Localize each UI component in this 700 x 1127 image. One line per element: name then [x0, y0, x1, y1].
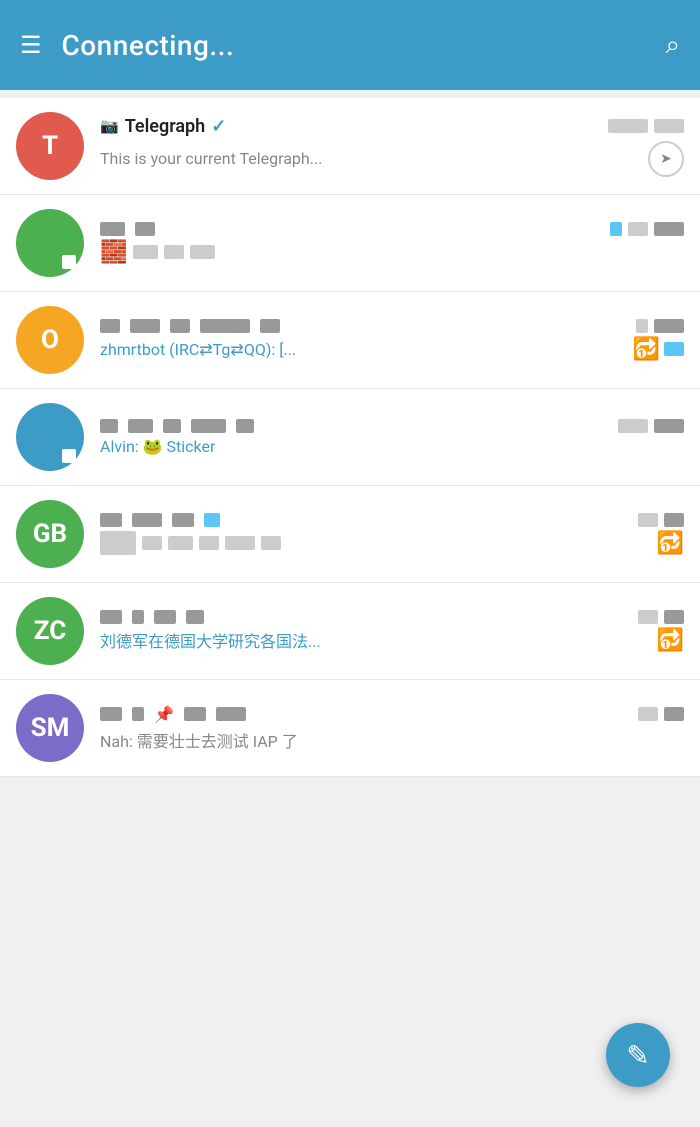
name-blur4b: [128, 419, 153, 433]
chat-name-6: [100, 610, 204, 624]
time-blur13: [638, 707, 658, 721]
time-blur7: [618, 419, 648, 433]
name-blur3c: [170, 319, 190, 333]
avatar-6: ZC: [16, 597, 84, 665]
time-blur3: [628, 222, 648, 236]
chat-name-telegraph: 📷 Telegraph ✓: [100, 116, 226, 137]
chat-name-4: [100, 419, 254, 433]
name-blur3a: [100, 319, 120, 333]
name-blur5c: [172, 513, 194, 527]
chat-content-4: Alvin: 🐸 Sticker: [100, 419, 684, 456]
name-blur7d: [216, 707, 246, 721]
name-blur6a: [100, 610, 122, 624]
preview-blur1: [133, 245, 158, 259]
time-blur14: [664, 707, 684, 721]
avatar-3: O: [16, 306, 84, 374]
name-blur4c: [163, 419, 181, 433]
time-blur12: [664, 610, 684, 624]
chat-preview-3: zhmrtbot (IRC⇄Tg⇄QQ): [...: [100, 340, 296, 359]
time-blur: [608, 119, 648, 133]
chat-preview-telegraph: This is your current Telegraph...: [100, 149, 322, 168]
count-badge: [664, 342, 684, 356]
name-blur5a: [100, 513, 122, 527]
name-blur3d: [200, 319, 250, 333]
chat-item-3[interactable]: O zhmrtbot (IRC⇄Tg⇄QQ): [... 🔂: [0, 292, 700, 389]
time-blur-blue: [610, 222, 622, 236]
chat-time-area: [608, 119, 684, 133]
name-blur5d: [204, 513, 220, 527]
header-title: Connecting...: [62, 29, 235, 62]
preview-blur5e: [261, 536, 281, 550]
chat-content-6: 刘德军在德国大学研究各国法... 🔂: [100, 610, 684, 653]
time-blur2: [654, 119, 684, 133]
app-header: ☰ Connecting... ⌕: [0, 0, 700, 90]
chat-item-telegraph[interactable]: T 📷 Telegraph ✓ This is your current Tel…: [0, 98, 700, 195]
chat-name-3: [100, 319, 280, 333]
preview-blur5a: [142, 536, 162, 550]
preview-blur5b: [168, 536, 193, 550]
chat-item-4[interactable]: Alvin: 🐸 Sticker: [0, 389, 700, 486]
avatar-2: [16, 209, 84, 277]
chat-content-7: 📌 Nah: 需要壮士去测试 IAP 了: [100, 705, 684, 752]
name-blur3e: [260, 319, 280, 333]
name-blur1: [100, 222, 125, 236]
name-blur2: [135, 222, 155, 236]
time-blur5: [636, 319, 648, 333]
camera-badge-icon: 📷: [100, 117, 119, 135]
chat-name-2: [100, 222, 155, 236]
compose-icon: ✎: [626, 1039, 649, 1072]
chat-content-telegraph: 📷 Telegraph ✓ This is your current Teleg…: [100, 116, 684, 177]
header-separator: [0, 90, 700, 98]
name-blur4a: [100, 419, 118, 433]
avatar-5: GB: [16, 500, 84, 568]
chat-name-text: Telegraph: [125, 116, 206, 137]
name-blur7c: [184, 707, 206, 721]
chat-list: T 📷 Telegraph ✓ This is your current Tel…: [0, 98, 700, 777]
avatar-telegraph: T: [16, 112, 84, 180]
chat-preview-4: Alvin: 🐸 Sticker: [100, 437, 215, 456]
chat-item-2[interactable]: 🧱: [0, 195, 700, 292]
preview-blur2: [164, 245, 184, 259]
forward-icon: ➤: [648, 141, 684, 177]
name-blur7a: [100, 707, 122, 721]
name-blur4e: [236, 419, 254, 433]
time-blur8: [654, 419, 684, 433]
time-blur10: [664, 513, 684, 527]
chat-item-7[interactable]: SM 📌 Nah: 需要壮士去测试 IAP 了: [0, 680, 700, 777]
chat-content-5: 🔂: [100, 513, 684, 556]
name-blur4d: [191, 419, 226, 433]
avatar-7: SM: [16, 694, 84, 762]
chat-item-6[interactable]: ZC 刘德军在德国大学研究各国法... 🔂: [0, 583, 700, 680]
hamburger-menu-icon[interactable]: ☰: [20, 31, 42, 59]
preview-blur5d: [225, 536, 255, 550]
compose-fab[interactable]: ✎: [606, 1023, 670, 1087]
avatar-4: [16, 403, 84, 471]
chat-content-2: 🧱: [100, 222, 684, 265]
chat-content-3: zhmrtbot (IRC⇄Tg⇄QQ): [... 🔂: [100, 319, 684, 362]
name-blur6b: [132, 610, 144, 624]
time-blur11: [638, 610, 658, 624]
name-blur5b: [132, 513, 162, 527]
time-blur6: [654, 319, 684, 333]
name-blur6d: [186, 610, 204, 624]
thumb-preview: [100, 531, 136, 555]
time-blur4: [654, 222, 684, 236]
preview-blur3: [190, 245, 215, 259]
search-icon[interactable]: ⌕: [665, 30, 680, 61]
chat-name-5: [100, 513, 220, 527]
chat-name-7: 📌: [100, 705, 246, 724]
verified-icon: ✓: [211, 116, 226, 137]
preview-blur5c: [199, 536, 219, 550]
name-blur3b: [130, 319, 160, 333]
chat-preview-7: Nah: 需要壮士去测试 IAP 了: [100, 728, 298, 752]
chat-item-5[interactable]: GB: [0, 486, 700, 583]
time-blur9: [638, 513, 658, 527]
chat-preview-6: 刘德军在德国大学研究各国法...: [100, 628, 321, 652]
name-blur6c: [154, 610, 176, 624]
name-blur7b: [132, 707, 144, 721]
